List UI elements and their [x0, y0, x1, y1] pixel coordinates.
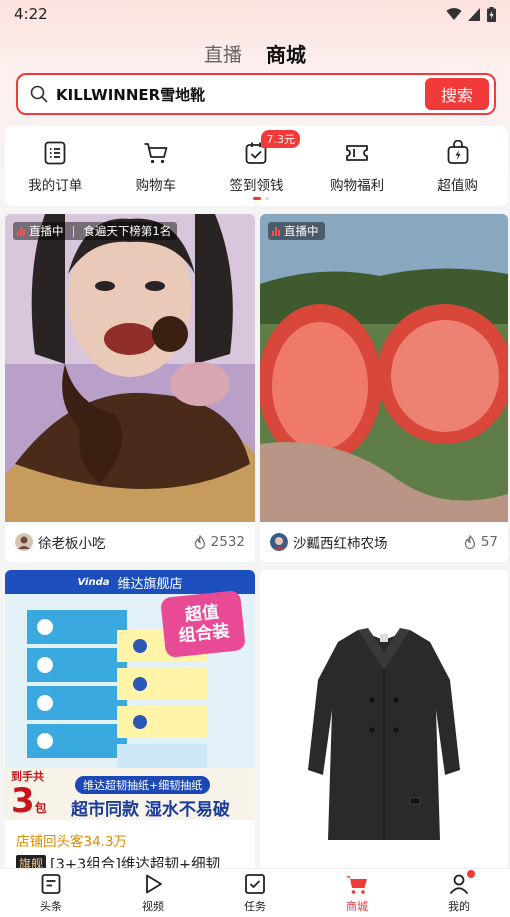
quick-label: 购物福利	[330, 178, 385, 194]
live-bars-icon	[272, 226, 280, 236]
nav-label: 头条	[40, 900, 62, 913]
quick-label: 购物车	[135, 178, 177, 194]
top-tabs: 直播 商城	[0, 36, 510, 70]
card-image	[5, 214, 255, 522]
likes[interactable]: 2532	[193, 534, 245, 550]
quick-label: 签到领钱	[229, 178, 284, 194]
live-stream-thumbnail	[260, 214, 508, 522]
notification-dot	[467, 870, 475, 878]
nav-label: 商城	[346, 900, 368, 913]
author-name: 徐老板小吃	[38, 536, 106, 552]
product-card-2[interactable]	[260, 570, 508, 870]
product-card-1[interactable]: Vinda 维达旗舰店 超值 组合装 到手共 3包 维达超韧抽纸+细韧抽纸 超市…	[5, 570, 255, 870]
shop-cart-icon	[346, 876, 367, 894]
combo-line-2: 组合装	[177, 621, 231, 647]
order-list-icon	[44, 141, 66, 165]
coat-illustration	[260, 570, 508, 870]
news-icon	[41, 874, 61, 894]
flame-icon	[464, 534, 475, 549]
nav-label: 视频	[142, 900, 164, 913]
search-icon	[30, 85, 48, 103]
product-image	[260, 570, 508, 870]
quick-actions-panel: 我的订单 购物车 7.3元 签到领钱 购物福利 超值购	[5, 126, 508, 206]
cart-icon	[144, 143, 168, 164]
tab-live[interactable]: 直播	[204, 40, 242, 67]
quick-welfare[interactable]: 购物福利	[307, 140, 407, 194]
author[interactable]: 沙瓤西红柿农场	[270, 532, 388, 552]
pack-count-number: 3	[11, 781, 35, 820]
pack-count-unit: 包	[34, 801, 47, 815]
live-tag: 直播中 | 食遍天下榜第1名	[13, 222, 178, 240]
page-dot-active	[253, 197, 261, 200]
live-rank: 食遍天下榜第1名	[83, 224, 172, 238]
card-footer: 沙瓤西红柿农场 57	[260, 522, 508, 562]
nav-mall[interactable]: 商城	[317, 872, 397, 914]
tab-mall[interactable]: 商城	[266, 39, 306, 68]
live-card-1[interactable]: 直播中 | 食遍天下榜第1名 徐老板小吃 2532	[5, 214, 255, 562]
shop-repeat-customers: 店铺回头客34.3万	[16, 834, 128, 850]
live-stream-thumbnail	[5, 214, 255, 522]
live-card-2[interactable]: 直播中 沙瓤西红柿农场 57	[260, 214, 508, 562]
play-icon	[146, 874, 162, 894]
search-button[interactable]: 搜索	[425, 78, 489, 110]
product-image: Vinda 维达旗舰店 超值 组合装 到手共 3包 维达超韧抽纸+细韧抽纸 超市…	[5, 570, 255, 820]
search-input[interactable]: KILLWINNER雪地靴	[56, 84, 425, 105]
live-tag: 直播中	[268, 222, 325, 240]
live-label: 直播中	[284, 224, 319, 238]
live-bars-icon	[17, 226, 25, 236]
likes-count: 57	[480, 534, 498, 550]
nav-news[interactable]: 头条	[11, 872, 91, 914]
nav-label: 我的	[448, 900, 470, 913]
task-check-icon	[245, 874, 265, 894]
quick-label: 超值购	[437, 178, 478, 194]
checkin-badge: 7.3元	[261, 130, 300, 148]
store-banner: Vinda 维达旗舰店	[5, 570, 255, 594]
status-bar: 4:22	[0, 0, 510, 28]
quick-my-orders[interactable]: 我的订单	[5, 140, 105, 194]
vinda-logo-icon: Vinda	[77, 576, 110, 588]
nav-me[interactable]: 我的	[419, 870, 499, 914]
page-dot	[265, 197, 269, 200]
live-separator: |	[71, 224, 76, 238]
coupon-icon	[346, 145, 368, 161]
card-image	[260, 214, 508, 522]
battery-icon	[487, 6, 496, 22]
bottom-nav: 头条 视频 任务 商城 我的	[0, 868, 510, 917]
promo-subtitle: 维达超韧抽纸+细韧抽纸	[75, 776, 211, 794]
likes-count: 2532	[210, 534, 245, 550]
live-label: 直播中	[29, 224, 64, 238]
wifi-icon	[446, 7, 462, 20]
nav-label: 任务	[244, 900, 266, 913]
quick-label: 我的订单	[28, 178, 83, 194]
avatar	[270, 533, 288, 551]
page-indicator	[253, 197, 269, 200]
nav-video[interactable]: 视频	[113, 872, 193, 914]
status-icons	[446, 6, 496, 22]
quick-checkin[interactable]: 7.3元 签到领钱	[206, 130, 306, 194]
quick-value-buy[interactable]: 超值购	[408, 140, 508, 194]
card-footer: 徐老板小吃 2532	[5, 522, 255, 562]
pack-count-badge: 到手共 3包	[11, 768, 67, 818]
avatar	[15, 533, 33, 551]
nav-task[interactable]: 任务	[215, 872, 295, 914]
promo-headline: 超市同款 湿水不易破	[71, 800, 230, 820]
bag-lightning-icon	[447, 140, 469, 164]
store-name: 维达旗舰店	[117, 576, 183, 592]
combo-badge: 超值 组合装	[160, 589, 246, 659]
author-name: 沙瓤西红柿农场	[293, 536, 388, 552]
likes[interactable]: 57	[463, 534, 498, 550]
author[interactable]: 徐老板小吃	[15, 532, 106, 552]
quick-cart[interactable]: 购物车	[106, 140, 206, 194]
flame-icon	[194, 534, 205, 549]
signal-icon	[468, 7, 480, 21]
search-bar[interactable]: KILLWINNER雪地靴 搜索	[16, 73, 496, 115]
status-time: 4:22	[14, 5, 48, 23]
